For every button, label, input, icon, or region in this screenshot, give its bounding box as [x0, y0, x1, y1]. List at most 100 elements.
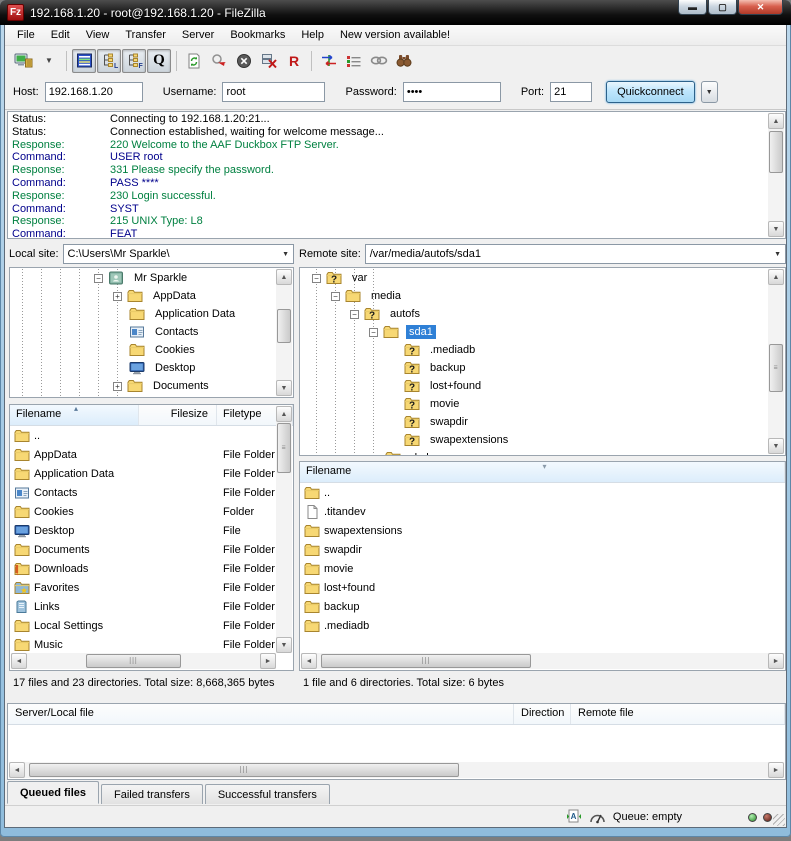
- tree-item-swapdir[interactable]: ?swapdir: [300, 413, 768, 431]
- file-row-favorites[interactable]: ★FavoritesFile Folder: [11, 578, 276, 597]
- toggle-local-tree-button[interactable]: L: [97, 49, 121, 73]
- tree-item-sda1[interactable]: − sda1: [300, 323, 768, 341]
- file-row--[interactable]: ..: [11, 426, 276, 445]
- file-row--titandev[interactable]: .titandev: [301, 502, 784, 521]
- minimize-button[interactable]: ▬: [678, 0, 707, 15]
- tab-successful-transfers[interactable]: Successful transfers: [205, 784, 330, 804]
- password-input[interactable]: [403, 82, 501, 102]
- file-row-links[interactable]: LinksFile Folder: [11, 597, 276, 616]
- file-row-application-data[interactable]: Application DataFile Folder: [11, 464, 276, 483]
- menu-item-new-version-available[interactable]: New version available!: [332, 25, 458, 46]
- local-list-vscrollbar[interactable]: ▲ ≡ ▼: [276, 406, 292, 653]
- cancel-button[interactable]: [232, 49, 256, 73]
- tree-item-label[interactable]: lost+found: [427, 379, 484, 393]
- tree-item-media[interactable]: − media: [300, 287, 768, 305]
- tree-item-label[interactable]: Mr Sparkle: [131, 271, 190, 285]
- column-header-remote-file[interactable]: Remote file: [571, 704, 785, 724]
- remote-tree-scrollbar[interactable]: ▲ ≡ ▼: [768, 269, 784, 454]
- menu-item-file[interactable]: File: [9, 25, 43, 46]
- tree-item-lost-found[interactable]: ?lost+found: [300, 377, 768, 395]
- tree-item-swapextensions[interactable]: ?swapextensions: [300, 431, 768, 449]
- toggle-message-log-button[interactable]: [72, 49, 96, 73]
- collapse-icon[interactable]: −: [369, 328, 378, 337]
- remote-site-combobox[interactable]: /var/media/autofs/sda1 ▼: [365, 244, 786, 264]
- close-button[interactable]: ✕: [738, 0, 783, 15]
- tree-item-label[interactable]: media: [368, 289, 404, 303]
- tree-item-downloads[interactable]: +Downloads: [10, 395, 276, 397]
- collapse-icon[interactable]: −: [331, 292, 340, 301]
- column-header-filename[interactable]: Filename▴: [10, 405, 139, 425]
- tab-queued-files[interactable]: Queued files: [7, 781, 99, 804]
- process-queue-button[interactable]: [207, 49, 231, 73]
- message-log-scrollbar[interactable]: ▲ ▼: [768, 113, 784, 237]
- tree-item--mediadb[interactable]: ?.mediadb: [300, 341, 768, 359]
- file-row-backup[interactable]: backup: [301, 597, 784, 616]
- tree-item-desktop[interactable]: Desktop: [10, 359, 276, 377]
- menu-item-view[interactable]: View: [78, 25, 118, 46]
- title-bar[interactable]: Fz 192.168.1.20 - root@192.168.1.20 - Fi…: [0, 0, 791, 25]
- file-row-lost-found[interactable]: lost+found: [301, 578, 784, 597]
- tree-item-label[interactable]: var: [349, 271, 370, 285]
- tree-item-label[interactable]: Contacts: [152, 325, 201, 339]
- tree-item-appdata[interactable]: +AppData: [10, 287, 276, 305]
- splitter-collapse-icon[interactable]: ▾: [543, 462, 547, 471]
- file-row-swapextensions[interactable]: swapextensions: [301, 521, 784, 540]
- host-input[interactable]: [45, 82, 143, 102]
- tree-item-label[interactable]: .mediadb: [427, 343, 478, 357]
- reconnect-button[interactable]: R: [282, 49, 306, 73]
- tree-item-cookies[interactable]: Cookies: [10, 341, 276, 359]
- tree-item-autofs[interactable]: −?autofs: [300, 305, 768, 323]
- file-row--mediadb[interactable]: .mediadb: [301, 616, 784, 635]
- find-files-button[interactable]: [392, 49, 416, 73]
- file-row-music[interactable]: MusicFile Folder: [11, 635, 276, 654]
- menu-item-bookmarks[interactable]: Bookmarks: [222, 25, 293, 46]
- directory-comparison-button[interactable]: [317, 49, 341, 73]
- file-row--[interactable]: ..: [301, 483, 784, 502]
- menu-item-transfer[interactable]: Transfer: [117, 25, 174, 46]
- file-row-movie[interactable]: movie: [301, 559, 784, 578]
- toggle-remote-tree-button[interactable]: F: [122, 49, 146, 73]
- tree-item-label[interactable]: backup: [427, 361, 468, 375]
- tree-item-contacts[interactable]: Contacts: [10, 323, 276, 341]
- username-input[interactable]: [222, 82, 325, 102]
- menu-item-help[interactable]: Help: [293, 25, 332, 46]
- tree-item-documents[interactable]: + Documents: [10, 377, 276, 395]
- expand-icon[interactable]: +: [113, 292, 122, 301]
- site-manager-dropdown-button[interactable]: ▼: [37, 49, 61, 73]
- tree-item-application-data[interactable]: Application Data: [10, 305, 276, 323]
- expand-icon[interactable]: +: [113, 382, 122, 391]
- quickconnect-dropdown-button[interactable]: ▼: [701, 81, 718, 103]
- file-row-cookies[interactable]: CookiesFolder: [11, 502, 276, 521]
- local-list-hscrollbar[interactable]: ◄ ||| ►: [11, 653, 276, 669]
- file-row-local-settings[interactable]: Local SettingsFile Folder: [11, 616, 276, 635]
- remote-list-hscrollbar[interactable]: ◄ ||| ►: [301, 653, 784, 669]
- local-site-combobox[interactable]: C:\Users\Mr Sparkle\ ▼: [63, 244, 294, 264]
- menu-item-server[interactable]: Server: [174, 25, 222, 46]
- collapse-icon[interactable]: −: [350, 310, 359, 319]
- refresh-button[interactable]: [182, 49, 206, 73]
- column-header-filesize[interactable]: Filesize: [139, 405, 217, 425]
- file-row-appdata[interactable]: AppDataFile Folder: [11, 445, 276, 464]
- tree-item-label[interactable]: autofs: [387, 307, 423, 321]
- column-header-direction[interactable]: Direction: [514, 704, 571, 724]
- tree-item-label[interactable]: Desktop: [152, 361, 198, 375]
- tree-item-label[interactable]: sda1: [406, 325, 436, 339]
- disconnect-button[interactable]: [257, 49, 281, 73]
- resize-grip[interactable]: [773, 814, 785, 826]
- maximize-button[interactable]: ▢: [708, 0, 737, 15]
- tree-item-label[interactable]: swapextensions: [427, 433, 511, 447]
- menu-item-edit[interactable]: Edit: [43, 25, 78, 46]
- file-row-downloads[interactable]: DownloadsFile Folder: [11, 559, 276, 578]
- tree-item-label[interactable]: Documents: [150, 379, 212, 393]
- toggle-queue-view-button[interactable]: Q: [147, 49, 171, 73]
- file-row-swapdir[interactable]: swapdir: [301, 540, 784, 559]
- tree-item-mr-sparkle[interactable]: −Mr Sparkle: [10, 269, 276, 287]
- tree-item-label[interactable]: Cookies: [152, 343, 198, 357]
- file-row-contacts[interactable]: ContactsFile Folder: [11, 483, 276, 502]
- local-tree-scrollbar[interactable]: ▲ ▼: [276, 269, 292, 396]
- site-manager-button[interactable]: [11, 49, 36, 73]
- comparison-listing-button[interactable]: [342, 49, 366, 73]
- tree-item-movie[interactable]: ?movie: [300, 395, 768, 413]
- synchronized-browsing-button[interactable]: [367, 49, 391, 73]
- transfer-type-icon[interactable]: A: [565, 809, 583, 825]
